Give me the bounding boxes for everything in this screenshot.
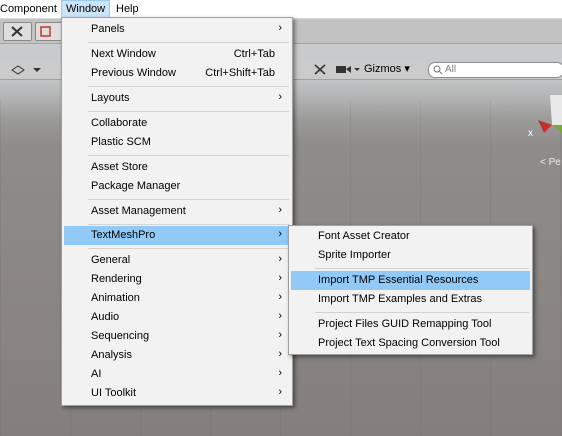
menu-separator — [88, 86, 289, 87]
menu-item-panels[interactable]: Panels › — [64, 20, 290, 39]
orientation-gizmo-icon[interactable] — [530, 95, 562, 145]
scene-search-input[interactable]: All — [428, 62, 562, 78]
menu-item-next-window[interactable]: Next Window Ctrl+Tab — [64, 45, 290, 64]
menu-item-textmeshpro[interactable]: TextMeshPro › — [64, 226, 290, 245]
chevron-right-icon: › — [278, 386, 282, 398]
menu-item-label: Asset Store — [91, 161, 148, 173]
menu-item-sprite-importer[interactable]: Sprite Importer — [291, 246, 530, 265]
menu-item-label: Sprite Importer — [318, 249, 391, 261]
menu-item-asset-store[interactable]: Asset Store — [64, 158, 290, 177]
layers-icon[interactable] — [8, 63, 48, 77]
chevron-right-icon: › — [278, 272, 282, 284]
menu-item-ai[interactable]: AI › — [64, 365, 290, 384]
menu-item-layouts[interactable]: Layouts › — [64, 89, 290, 108]
menu-item-sequencing[interactable]: Sequencing › — [64, 327, 290, 346]
menu-item-label: UI Toolkit — [91, 387, 137, 399]
menu-item-label: Import TMP Essential Resources — [318, 274, 479, 286]
menu-item-analysis[interactable]: Analysis › — [64, 346, 290, 365]
menu-separator — [88, 155, 289, 156]
menu-item-label: Asset Management — [91, 205, 186, 217]
chevron-right-icon: › — [278, 291, 282, 303]
menu-item-collaborate[interactable]: Collaborate — [64, 114, 290, 133]
menu-item-label: Project Text Spacing Conversion Tool — [318, 337, 500, 349]
menu-item-label: Project Files GUID Remapping Tool — [318, 318, 492, 330]
menu-separator — [88, 42, 289, 43]
gizmos-dropdown[interactable]: Gizmos ▾ — [364, 62, 410, 77]
menu-item-label: Previous Window — [91, 67, 176, 79]
menu-item-previous-window[interactable]: Previous Window Ctrl+Shift+Tab — [64, 64, 290, 83]
menu-item-label: Analysis — [91, 349, 132, 361]
chevron-right-icon: › — [278, 348, 282, 360]
menu-item-text-spacing-conversion-tool[interactable]: Project Text Spacing Conversion Tool — [291, 334, 530, 353]
textmeshpro-submenu: Font Asset Creator Sprite Importer Impor… — [288, 225, 533, 355]
menu-item-import-tmp-examples[interactable]: Import TMP Examples and Extras — [291, 290, 530, 309]
menu-item-shortcut: Ctrl+Shift+Tab — [205, 67, 275, 79]
menu-item-label: Rendering — [91, 273, 142, 285]
menu-separator — [88, 111, 289, 112]
menu-item-shortcut: Ctrl+Tab — [233, 48, 275, 60]
menu-item-import-tmp-essential-resources[interactable]: Import TMP Essential Resources — [291, 271, 530, 290]
search-icon — [433, 65, 443, 75]
menu-item-label: Font Asset Creator — [318, 230, 410, 242]
menu-item-general[interactable]: General › — [64, 251, 290, 270]
menu-separator — [315, 312, 529, 313]
menu-item-label: Collaborate — [91, 117, 148, 129]
menu-separator — [315, 268, 529, 269]
chevron-right-icon: › — [278, 204, 282, 216]
window-menu: Panels › Next Window Ctrl+Tab Previous Win… — [61, 17, 293, 406]
menu-help[interactable]: Help — [112, 0, 143, 18]
cloud-icon — [40, 26, 51, 37]
collab-button[interactable] — [35, 22, 63, 41]
menu-item-label: Layouts — [91, 92, 130, 104]
menu-item-label: General — [91, 254, 131, 266]
menu-item-label: Animation — [91, 292, 140, 304]
projection-label[interactable]: < Pe — [540, 157, 561, 168]
wrench-icon — [11, 26, 23, 37]
menu-component[interactable]: Component — [0, 0, 61, 18]
chevron-down-icon: ▾ — [404, 63, 410, 75]
chevron-right-icon: › — [278, 91, 282, 103]
menu-item-rendering[interactable]: Rendering › — [64, 270, 290, 289]
menu-item-label: Import TMP Examples and Extras — [318, 293, 483, 305]
menu-separator — [88, 224, 289, 225]
menu-item-asset-management[interactable]: Asset Management › — [64, 202, 290, 221]
axis-label: x — [528, 128, 533, 139]
menu-item-ui-toolkit[interactable]: UI Toolkit › — [64, 384, 290, 403]
menu-item-audio[interactable]: Audio › — [64, 308, 290, 327]
menu-item-label: Audio — [91, 311, 120, 323]
menu-item-label: TextMeshPro — [91, 229, 156, 241]
menu-item-label: AI — [91, 368, 102, 380]
menu-window[interactable]: Window — [61, 0, 111, 18]
menu-item-label: Panels — [91, 23, 125, 35]
chevron-right-icon: › — [278, 367, 282, 379]
chevron-right-icon: › — [278, 228, 282, 240]
move-tool-icon[interactable] — [312, 62, 328, 76]
gizmos-label: Gizmos — [364, 63, 402, 75]
menu-item-label: Plastic SCM — [91, 136, 151, 148]
menu-item-guid-remapping-tool[interactable]: Project Files GUID Remapping Tool — [291, 315, 530, 334]
search-placeholder: All — [445, 64, 457, 75]
menu-item-animation[interactable]: Animation › — [64, 289, 290, 308]
menu-item-package-manager[interactable]: Package Manager — [64, 177, 290, 196]
menu-separator — [88, 199, 289, 200]
menu-item-font-asset-creator[interactable]: Font Asset Creator — [291, 227, 530, 246]
menu-item-label: Package Manager — [91, 180, 181, 192]
menu-item-label: Sequencing — [91, 330, 150, 342]
tools-button[interactable] — [3, 22, 32, 41]
menu-item-label: Next Window — [91, 48, 156, 60]
chevron-right-icon: › — [278, 310, 282, 322]
chevron-right-icon: › — [278, 22, 282, 34]
chevron-right-icon: › — [278, 253, 282, 265]
chevron-right-icon: › — [278, 329, 282, 341]
menu-item-plastic-scm[interactable]: Plastic SCM — [64, 133, 290, 152]
menu-separator — [88, 248, 289, 249]
camera-icon[interactable] — [334, 62, 360, 76]
